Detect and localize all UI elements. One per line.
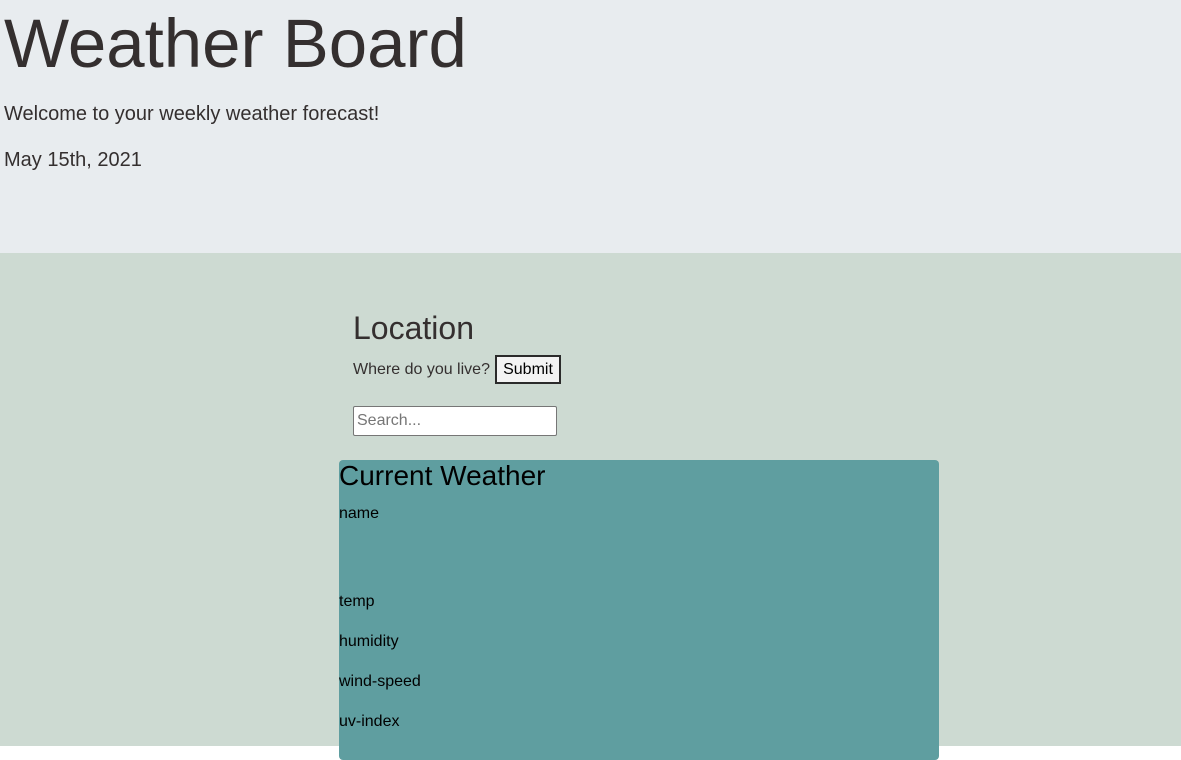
main-content: Location Where do you live? Submit Curre… bbox=[0, 253, 1181, 760]
current-weather-heading: Current Weather bbox=[339, 460, 546, 491]
submit-button[interactable]: Submit bbox=[495, 355, 561, 384]
city-name: name bbox=[339, 505, 380, 522]
humidity: humidity bbox=[339, 633, 399, 650]
welcome-message: Welcome to your weekly weather forecast! bbox=[4, 103, 380, 125]
uv-index: uv-index bbox=[339, 713, 400, 730]
search-input[interactable] bbox=[353, 406, 557, 436]
page-header: Weather Board Welcome to your weekly wea… bbox=[0, 0, 1181, 253]
current-weather-card: Current Weather name temp humidity wind-… bbox=[339, 460, 939, 760]
wind-speed: wind-speed bbox=[339, 673, 421, 690]
page-title: Weather Board bbox=[4, 5, 467, 82]
location-heading: Location bbox=[353, 310, 474, 346]
current-date: May 15th, 2021 bbox=[4, 149, 142, 171]
temperature: temp bbox=[339, 593, 375, 610]
location-question: Where do you live? bbox=[353, 361, 490, 378]
